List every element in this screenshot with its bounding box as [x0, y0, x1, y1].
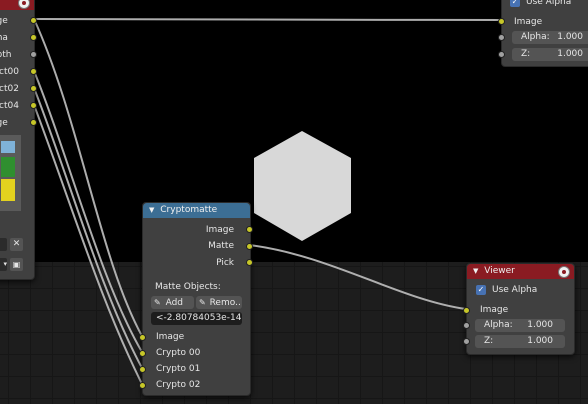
- output-socket[interactable]: [30, 102, 37, 109]
- pick-output-socket[interactable]: [246, 259, 253, 266]
- cryptomatte-header[interactable]: ▼ Cryptomatte: [143, 203, 250, 218]
- output-row: ject04: [0, 99, 19, 113]
- scene-thumbnail: [0, 135, 21, 211]
- alpha-value: 1.000: [557, 32, 583, 42]
- matte-objects-label: Matte Objects:: [155, 282, 221, 292]
- z-value: 1.000: [527, 336, 553, 346]
- alpha-field[interactable]: Alpha: 1.000: [475, 319, 565, 332]
- viewer-node[interactable]: ▼ Viewer ✓ Use Alpha Image Alpha: 1.000 …: [463, 263, 575, 355]
- render-layers-node[interactable]: age pha epth ject00 ject02 ject04 age ✕ …: [0, 0, 37, 280]
- matte-output-label: Matte: [208, 241, 234, 251]
- output-row: pha: [0, 31, 8, 45]
- crypto01-input-socket[interactable]: [139, 366, 146, 373]
- z-input-socket[interactable]: [463, 338, 470, 345]
- viewer-header[interactable]: ▼ Viewer: [467, 264, 574, 279]
- crypto02-input-socket[interactable]: [139, 382, 146, 389]
- output-row: age: [0, 14, 8, 28]
- use-alpha-checkbox[interactable]: ✓: [510, 0, 520, 7]
- blender-icon: [18, 0, 30, 9]
- remove-matte-button[interactable]: ✎ Remo..: [196, 296, 242, 309]
- output-label: age: [0, 16, 8, 26]
- output-socket[interactable]: [30, 51, 37, 58]
- output-socket[interactable]: [30, 68, 37, 75]
- alpha-label: Alpha:: [521, 32, 550, 42]
- image-input-label: Image: [480, 305, 509, 315]
- render-layers-header[interactable]: [0, 0, 34, 10]
- alpha-value: 1.000: [527, 320, 553, 330]
- image-input-socket[interactable]: [498, 18, 505, 25]
- output-row: age: [0, 116, 8, 130]
- chevron-down-icon: ▾: [3, 260, 7, 268]
- z-label: Z:: [484, 336, 494, 346]
- z-field[interactable]: Z: 1.000: [512, 48, 588, 61]
- node-title: Viewer: [484, 266, 515, 276]
- collapse-arrow-icon[interactable]: ▼: [149, 206, 154, 214]
- cryptomatte-node[interactable]: ▼ Cryptomatte Image Matte Pick Matte Obj…: [139, 202, 253, 396]
- z-value: 1.000: [557, 49, 583, 59]
- eyedropper-icon: ✎: [154, 298, 161, 307]
- output-row: epth: [0, 48, 11, 62]
- output-label: age: [0, 118, 8, 128]
- alpha-input-socket[interactable]: [498, 34, 505, 41]
- output-label: ject00: [0, 67, 19, 77]
- close-button[interactable]: ✕: [10, 238, 23, 251]
- output-row: ject02: [0, 82, 19, 96]
- crypto01-input-label: Crypto 01: [156, 364, 201, 374]
- use-alpha-label: Use Alpha: [492, 285, 538, 295]
- z-label: Z:: [521, 49, 531, 59]
- alpha-input-socket[interactable]: [463, 322, 470, 329]
- output-label: pha: [0, 33, 8, 43]
- view-layer-button[interactable]: ▣: [10, 258, 23, 271]
- crypto02-input-label: Crypto 02: [156, 380, 201, 390]
- output-label: ject02: [0, 84, 19, 94]
- crypto00-input-socket[interactable]: [139, 350, 146, 357]
- image-input-label: Image: [156, 332, 185, 342]
- output-row: ject00: [0, 65, 19, 79]
- image-input-socket[interactable]: [463, 307, 470, 314]
- eyedropper-icon: ✎: [199, 298, 206, 307]
- collapse-arrow-icon[interactable]: ▼: [473, 267, 478, 275]
- layer-selector[interactable]: [0, 238, 7, 251]
- image-input-label: Image: [514, 17, 543, 27]
- view-layer-dropdown[interactable]: ▾: [0, 258, 7, 271]
- alpha-field[interactable]: Alpha: 1.000: [512, 31, 588, 44]
- matte-id-value: <-2.80784053e-14>: [156, 313, 242, 323]
- add-label: Add: [165, 298, 184, 308]
- output-socket[interactable]: [30, 119, 37, 126]
- image-input-socket[interactable]: [139, 334, 146, 341]
- top-viewer-node[interactable]: ✓ Use Alpha Image Alpha: 1.000 Z: 1.000: [498, 0, 588, 67]
- crypto00-input-label: Crypto 00: [156, 348, 201, 358]
- alpha-label: Alpha:: [484, 320, 513, 330]
- output-socket[interactable]: [30, 85, 37, 92]
- node-title: Cryptomatte: [160, 205, 218, 215]
- matte-output-socket[interactable]: [246, 243, 253, 250]
- output-label: ject04: [0, 101, 19, 111]
- z-field[interactable]: Z: 1.000: [475, 335, 565, 348]
- image-output-socket[interactable]: [246, 226, 253, 233]
- use-alpha-checkbox[interactable]: ✓: [476, 285, 486, 295]
- use-alpha-label: Use Alpha: [526, 0, 572, 7]
- blender-icon: [558, 266, 570, 278]
- output-label: epth: [0, 50, 12, 60]
- output-socket[interactable]: [30, 17, 37, 24]
- add-matte-button[interactable]: ✎ Add: [151, 296, 194, 309]
- close-icon: ✕: [12, 239, 21, 249]
- remove-label: Remo..: [209, 298, 241, 308]
- z-input-socket[interactable]: [498, 51, 505, 58]
- pick-output-label: Pick: [216, 258, 234, 268]
- image-output-label: Image: [205, 225, 234, 235]
- matte-id-field[interactable]: <-2.80784053e-14>: [151, 312, 242, 325]
- folder-icon: ▣: [12, 260, 21, 269]
- output-socket[interactable]: [30, 34, 37, 41]
